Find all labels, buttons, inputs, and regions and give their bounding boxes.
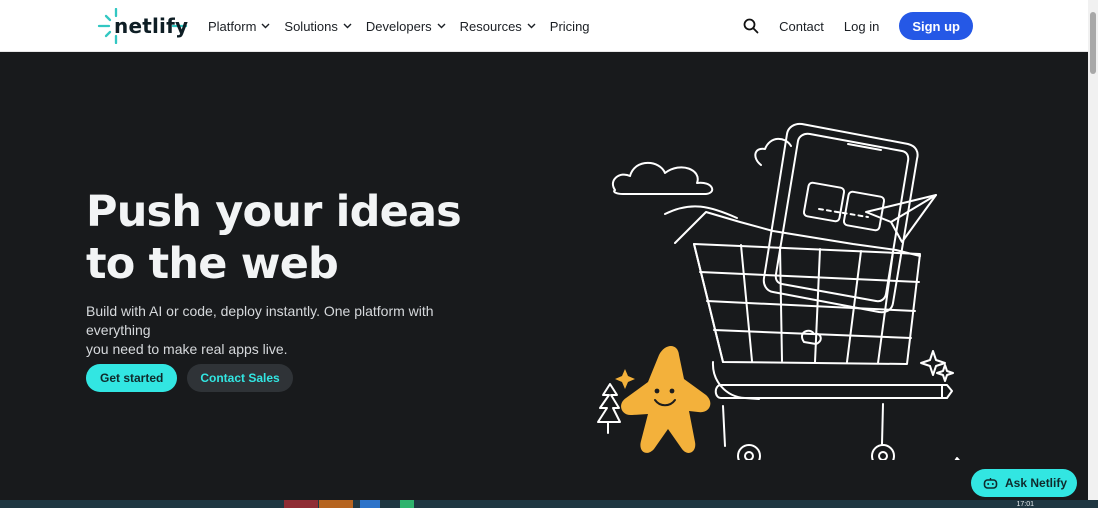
ask-netlify-button[interactable]: Ask Netlify — [971, 469, 1077, 497]
chevron-down-icon — [261, 23, 270, 29]
chevron-down-icon — [527, 23, 536, 29]
windows-taskbar: 17:01 — [0, 500, 1098, 508]
menu-platform[interactable]: Platform — [208, 19, 270, 34]
login-link[interactable]: Log in — [844, 19, 879, 34]
scrollbar-thumb[interactable] — [1090, 12, 1096, 74]
hero-title-line-2: to the web — [86, 239, 339, 289]
taskbar-app-icon[interactable] — [319, 500, 353, 508]
menu-pricing-label: Pricing — [549, 18, 590, 34]
menu-resources-label: Resources — [459, 18, 522, 34]
chatbot-icon — [983, 477, 998, 489]
hero-section: Push your ideas to the web Build with AI… — [0, 52, 1088, 500]
hero-title: Push your ideas to the web — [86, 186, 506, 290]
menu-solutions-label: Solutions — [284, 18, 338, 34]
taskbar-app-icon[interactable] — [284, 500, 318, 508]
vertical-scrollbar[interactable] — [1088, 0, 1098, 500]
logo-wordmark: netlify — [114, 14, 189, 38]
netlify-logo[interactable]: netlify — [96, 8, 188, 44]
get-started-button[interactable]: Get started — [86, 364, 178, 392]
contact-link[interactable]: Contact — [779, 19, 824, 34]
hero-cta-group: Get started Contact Sales — [86, 364, 293, 392]
menu-pricing[interactable]: Pricing — [550, 19, 590, 34]
menu-developers-label: Developers — [365, 18, 432, 34]
menu-developers[interactable]: Developers — [366, 19, 446, 34]
search-icon[interactable] — [743, 18, 759, 34]
nav-actions: Contact Log in Sign up — [743, 0, 973, 52]
hero-subtitle-line-2: you need to make real apps live. — [86, 341, 288, 357]
chevron-down-icon — [343, 23, 352, 29]
main-menu: Platform Solutions Developers Resources … — [208, 0, 590, 52]
contact-sales-button[interactable]: Contact Sales — [187, 364, 293, 392]
shopping-cart-illustration — [597, 122, 961, 460]
menu-resources[interactable]: Resources — [460, 19, 536, 34]
taskbar-app-icon[interactable] — [360, 500, 380, 508]
hero-subtitle-line-1: Build with AI or code, deploy instantly.… — [86, 303, 434, 338]
taskbar-app-icon[interactable] — [400, 500, 414, 508]
ask-netlify-label: Ask Netlify — [1005, 476, 1068, 490]
hero-title-line-1: Push your ideas — [86, 187, 462, 237]
menu-solutions[interactable]: Solutions — [284, 18, 352, 34]
menu-platform-label: Platform — [208, 18, 257, 34]
chevron-down-icon — [437, 23, 446, 29]
taskbar-clock: 17:01 — [1016, 501, 1034, 508]
top-navigation: netlify Platform Solutions Developers Re… — [0, 0, 1088, 52]
star-mascot-icon — [615, 346, 711, 453]
hero-subtitle: Build with AI or code, deploy instantly.… — [86, 302, 496, 359]
signup-button[interactable]: Sign up — [899, 12, 973, 40]
